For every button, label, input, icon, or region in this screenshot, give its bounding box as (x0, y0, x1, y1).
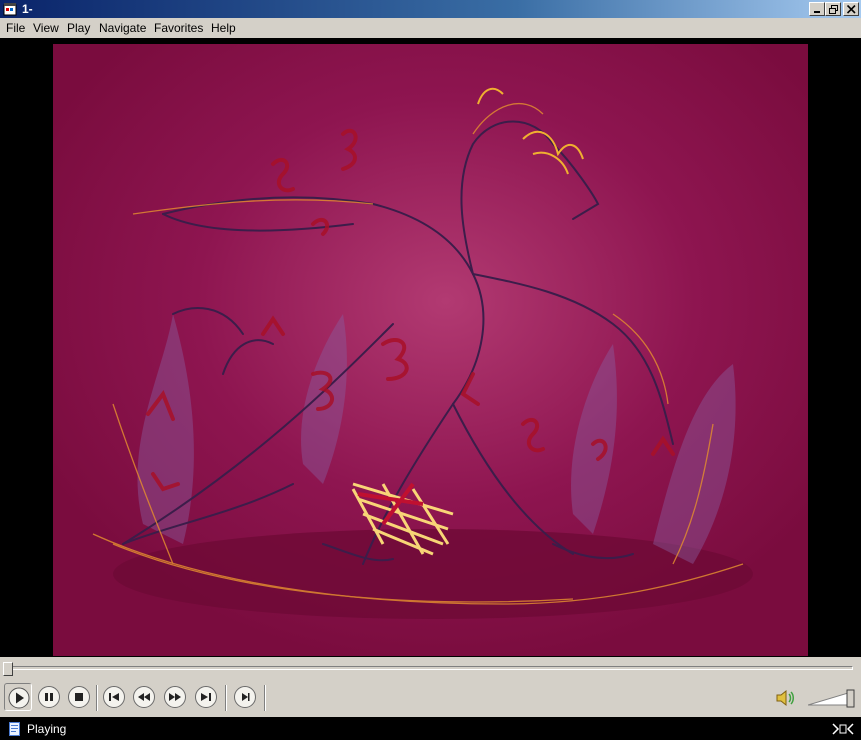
skip-back-icon (109, 693, 119, 701)
seek-area (0, 657, 861, 681)
separator (225, 685, 227, 711)
speaker-icon[interactable] (775, 689, 797, 707)
skip-back-button[interactable] (103, 686, 125, 708)
volume-slider[interactable] (807, 687, 856, 709)
menu-help[interactable]: Help (211, 21, 236, 35)
skip-forward-icon (201, 693, 211, 701)
seek-thumb[interactable] (3, 662, 13, 676)
fullscreen-icon[interactable] (832, 722, 854, 736)
stop-button[interactable] (68, 686, 90, 708)
menu-play[interactable]: Play (67, 21, 90, 35)
separator (264, 685, 266, 711)
document-icon (9, 722, 20, 736)
play-button[interactable] (4, 683, 32, 711)
rewind-icon (138, 693, 150, 701)
close-icon (847, 5, 856, 14)
pause-button[interactable] (38, 686, 60, 708)
menu-view[interactable]: View (33, 21, 59, 35)
pause-icon (45, 693, 53, 701)
frame-step-button[interactable] (234, 686, 256, 708)
close-button[interactable] (843, 2, 859, 16)
app-icon (3, 3, 17, 16)
restore-icon (829, 5, 838, 14)
volume-slider-graphic (807, 689, 855, 708)
skip-forward-button[interactable] (195, 686, 217, 708)
fast-forward-button[interactable] (164, 686, 186, 708)
video-frame[interactable] (53, 44, 808, 656)
fast-forward-icon (169, 693, 181, 701)
minimize-icon (814, 11, 820, 13)
status-bar: Playing (0, 717, 861, 740)
title-bar: 1- (0, 0, 861, 18)
menu-file[interactable]: File (6, 21, 25, 35)
status-text: Playing (27, 722, 67, 736)
restore-button[interactable] (825, 2, 841, 16)
window-title: 1- (22, 2, 33, 16)
video-area[interactable] (0, 38, 861, 657)
stop-icon (75, 693, 83, 701)
seek-track[interactable] (4, 666, 853, 670)
menu-navigate[interactable]: Navigate (99, 21, 146, 35)
separator (96, 685, 98, 711)
menu-favorites[interactable]: Favorites (154, 21, 203, 35)
rewind-button[interactable] (133, 686, 155, 708)
frame-step-icon (242, 693, 250, 701)
menu-bar: File View Play Navigate Favorites Help (0, 18, 861, 38)
minimize-button[interactable] (809, 2, 825, 16)
playback-controls (0, 681, 861, 717)
play-icon (8, 687, 30, 709)
